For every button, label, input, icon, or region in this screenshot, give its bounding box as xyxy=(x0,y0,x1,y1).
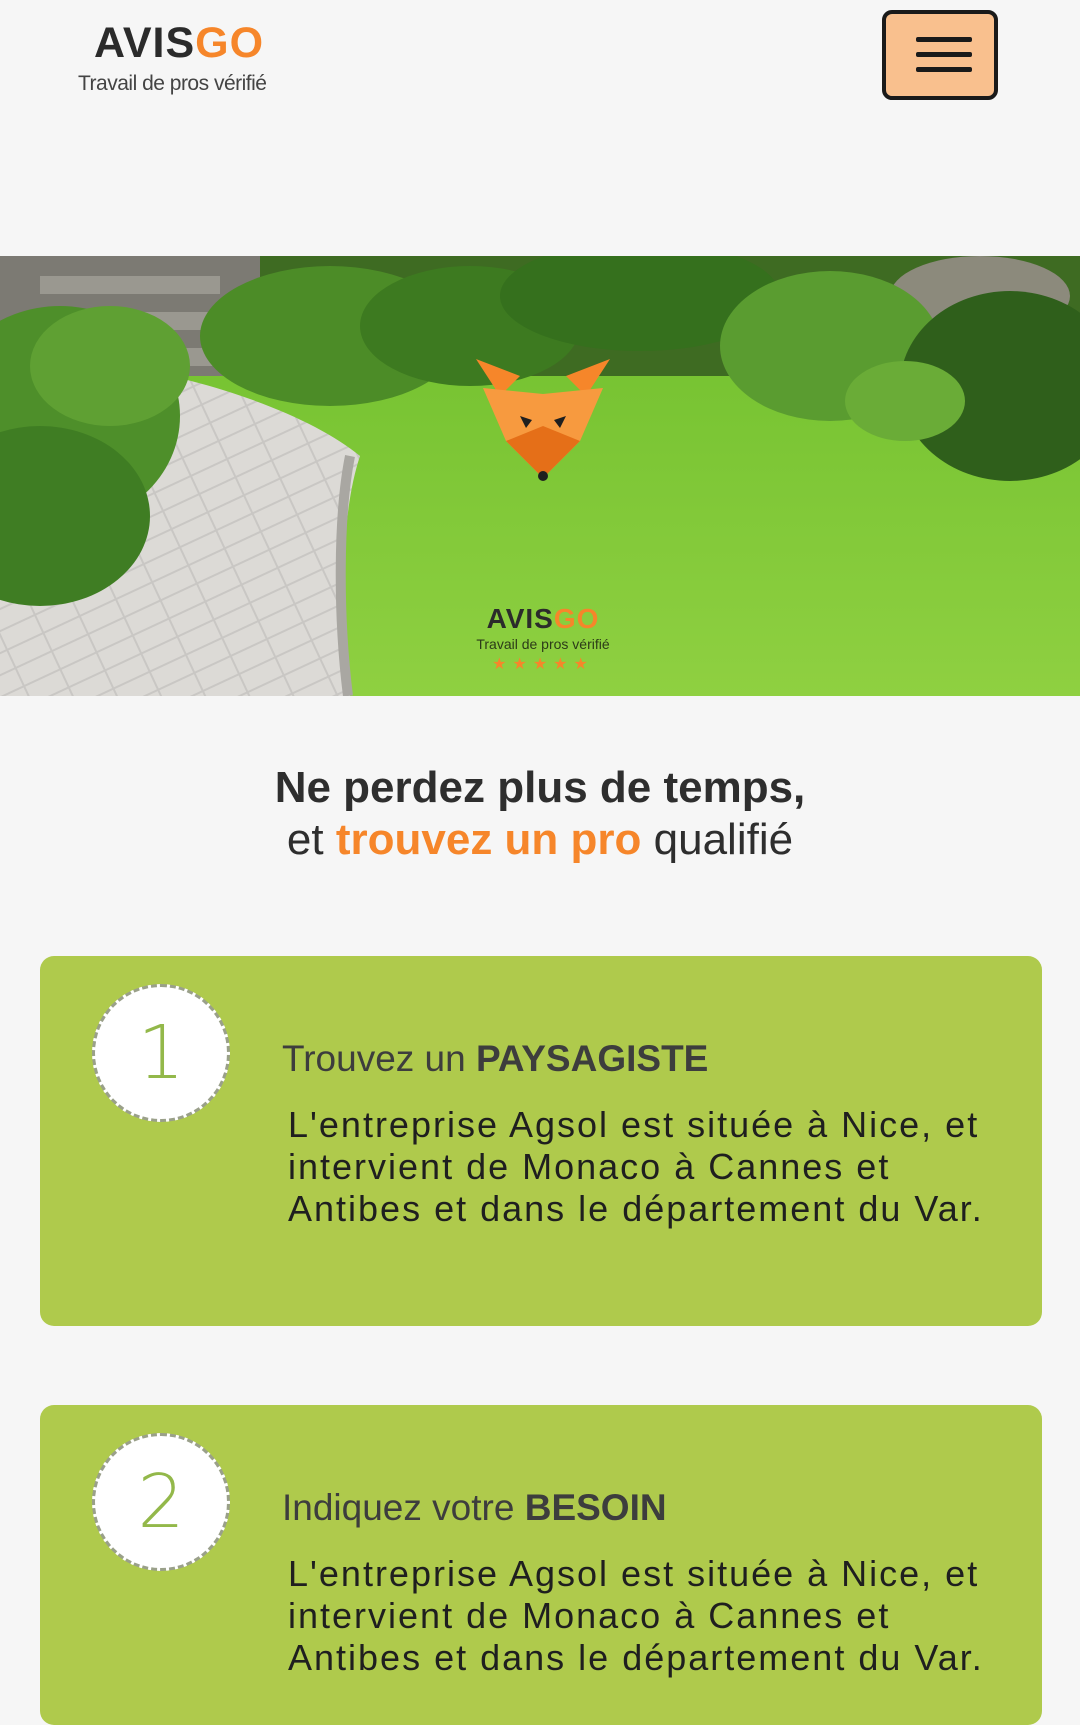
hero-logo-word-avis: AVIS xyxy=(486,603,554,634)
headline-line1: Ne perdez plus de temps, xyxy=(274,763,806,812)
menu-button[interactable] xyxy=(882,10,998,100)
step-description: L'entreprise Agsol est située à Nice, et… xyxy=(288,1104,984,1229)
step-title-prefix: Trouvez un xyxy=(282,1038,466,1079)
hero-logo-tagline: Travail de pros vérifié xyxy=(476,636,610,652)
step-title: Trouvez un PAYSAGISTE xyxy=(282,1038,708,1080)
hero-logo-wordmark: AVISGO xyxy=(463,605,623,633)
avisgo-logo[interactable]: AVISGO Travail de pros vérifié xyxy=(78,20,298,100)
logo-wordmark: AVISGO xyxy=(94,22,264,65)
headline-line2: et trouvez un pro qualifié xyxy=(0,814,1080,866)
page-headline: Ne perdez plus de temps, et trouvez un p… xyxy=(0,762,1080,866)
headline-suffix: qualifié xyxy=(653,815,794,864)
step-card-2: 2 Indiquez votre BESOIN L'entreprise Ags… xyxy=(40,1405,1042,1725)
headline-highlight: trouvez un pro xyxy=(335,815,642,864)
logo-word-avis: AVIS xyxy=(94,19,196,67)
headline-prefix: et xyxy=(286,815,324,864)
step-title-keyword: PAYSAGISTE xyxy=(476,1038,709,1079)
step-description: L'entreprise Agsol est située à Nice, et… xyxy=(288,1553,984,1678)
step-title-keyword: BESOIN xyxy=(524,1487,667,1528)
step-number-badge: 1 xyxy=(92,984,230,1122)
step-title: Indiquez votre BESOIN xyxy=(282,1487,667,1529)
hero-logo-word-go: GO xyxy=(553,603,600,634)
step-title-prefix: Indiquez votre xyxy=(282,1487,515,1528)
site-header: AVISGO Travail de pros vérifié xyxy=(0,0,1080,256)
logo-tagline: Travail de pros vérifié xyxy=(78,72,267,95)
hero-banner: AVISGO Travail de pros vérifié ★★★★★ xyxy=(0,256,1080,696)
hero-logo: AVISGO Travail de pros vérifié ★★★★★ xyxy=(463,605,623,674)
step-card-1: 1 Trouvez un PAYSAGISTE L'entreprise Ags… xyxy=(40,956,1042,1326)
step-number-badge: 2 xyxy=(92,1433,230,1571)
hero-rating-stars: ★★★★★ xyxy=(492,656,594,673)
logo-word-go: GO xyxy=(195,19,265,67)
